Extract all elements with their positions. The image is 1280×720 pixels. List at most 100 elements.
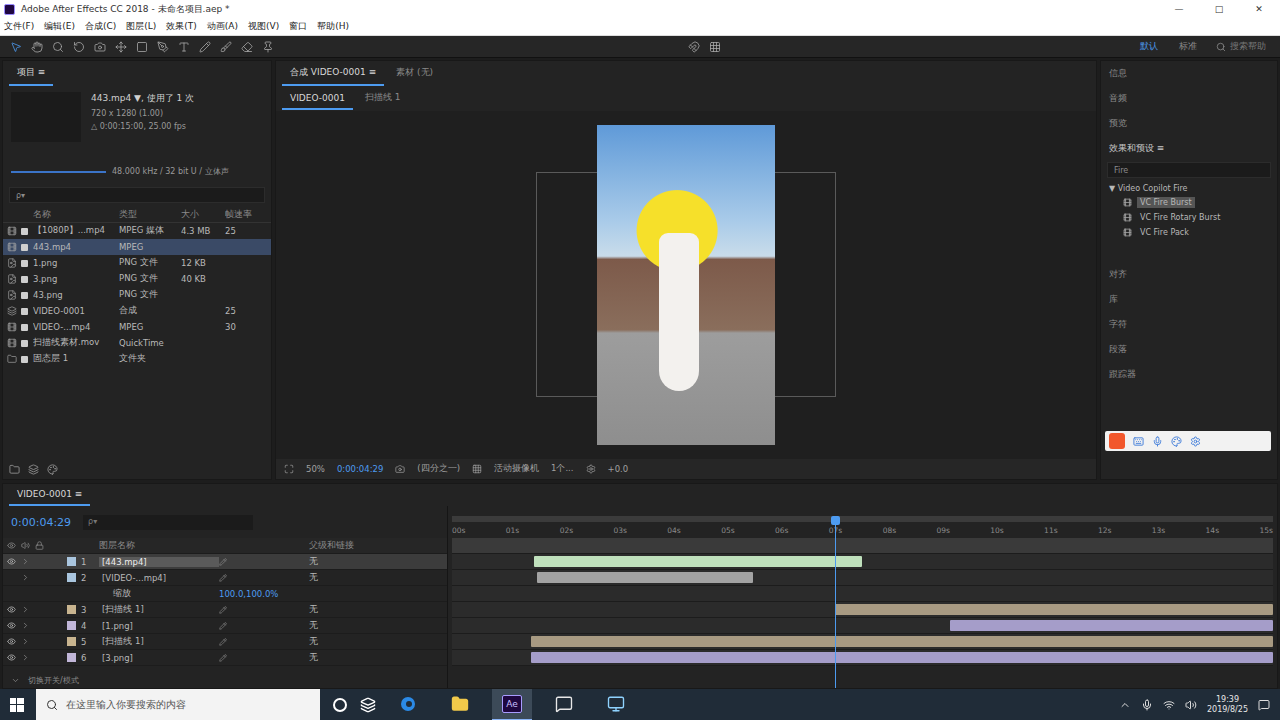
expand-icon[interactable] [21,573,30,582]
workspace-item[interactable]: 默认 [1134,40,1164,53]
camera-select[interactable]: 活动摄像机 [494,463,539,475]
expand-icon[interactable] [21,557,30,566]
toggle-icon[interactable] [11,676,20,685]
layer-label[interactable] [67,621,76,630]
expand-icon[interactable] [21,621,30,630]
anchor-tool-icon[interactable] [115,41,127,53]
menu-item[interactable]: 效果(T) [166,20,197,33]
notifications-icon[interactable] [1258,699,1270,711]
clone-tool-icon[interactable] [220,41,232,53]
menu-item[interactable]: 编辑(E) [44,20,75,33]
panel-section[interactable]: 段落 [1101,337,1277,362]
search-field[interactable]: ρ▾ [9,187,265,203]
edge-app-icon[interactable] [388,689,428,720]
layer-label[interactable] [67,573,76,582]
layer-name[interactable]: [443.mp4] [99,557,219,567]
panel-section[interactable]: 库 [1101,287,1277,312]
taskbar-search[interactable]: 在这里输入你要搜索的内容 [36,689,320,720]
skin-icon[interactable] [1171,436,1182,447]
playhead[interactable] [835,520,836,688]
hand-tool-icon[interactable] [31,41,43,53]
quality-icon[interactable] [219,558,227,566]
volume-icon[interactable] [1185,699,1197,711]
layer-bar[interactable] [537,572,753,583]
tray-expand-icon[interactable] [1119,699,1131,711]
panel-section[interactable]: 对齐 [1101,262,1277,287]
grid-toggle-icon[interactable] [472,464,482,474]
layer-name[interactable]: [1.png] [99,621,219,631]
brush-tool-icon[interactable] [199,41,211,53]
note-app-icon[interactable] [544,689,584,720]
layer-row[interactable]: 3[扫描线 1]无 [3,602,447,618]
panel-section[interactable]: 预览 [1101,111,1277,136]
rotate-tool-icon[interactable] [73,41,85,53]
clock[interactable]: 19:392019/8/25 [1207,695,1248,716]
visibility-toggle-icon[interactable] [7,557,16,566]
menu-item[interactable]: 动画(A) [207,20,238,33]
new-folder-icon[interactable] [9,464,20,475]
visibility-toggle-icon[interactable] [7,621,16,630]
expand-icon[interactable] [21,605,30,614]
project-row[interactable]: VIDEO-...mp4MPEG30 [3,319,271,335]
window-control[interactable]: — [1162,4,1196,14]
visibility-toggle-icon[interactable] [7,637,16,646]
resolution[interactable]: (四分之一) [417,463,460,475]
window-control[interactable]: □ [1202,4,1236,14]
visibility-toggle-icon[interactable] [7,653,16,662]
zoom-tool-icon[interactable] [52,41,64,53]
layer-search[interactable]: ρ▾ [83,515,253,530]
menu-item[interactable]: 帮助(H) [317,20,349,33]
project-row[interactable]: 1.pngPNG 文件12 KB [3,255,271,271]
layer-row[interactable]: 4[1.png]无 [3,618,447,634]
snapshot-icon[interactable] [395,464,405,474]
playhead-handle[interactable] [831,516,840,525]
layer-row[interactable]: 2[VIDEO-...mp4]无 [3,570,447,586]
visibility-toggle[interactable] [7,573,16,582]
windows-start-icon[interactable] [10,698,24,712]
window-control[interactable]: ✕ [1242,4,1276,14]
effect-item[interactable]: VC Fire Rotary Burst [1101,210,1277,225]
panel-section[interactable]: 信息 [1101,61,1277,86]
quality-icon[interactable] [219,574,227,582]
timeline-time[interactable]: 0:00:04:29 [11,516,71,529]
panel-tab[interactable]: VIDEO-0001 [282,88,353,110]
snap-icon[interactable] [688,41,700,53]
menu-item[interactable]: 视图(V) [248,20,279,33]
puppet-tool-icon[interactable] [262,41,274,53]
folder-app-icon[interactable] [440,689,480,720]
mic-tray-icon[interactable] [1141,699,1153,711]
grid-icon[interactable] [709,41,721,53]
layer-row[interactable]: 1[443.mp4]无 [3,554,447,570]
expand-icon[interactable] [21,653,30,662]
project-row[interactable]: 固态层 1文件夹 [3,351,271,367]
layer-bar[interactable] [531,636,1273,647]
panel-section[interactable]: 跟踪器 [1101,362,1277,387]
text-tool-icon[interactable] [178,41,190,53]
help-search[interactable]: 搜索帮助 [1212,40,1270,53]
workspace-item[interactable]: 标准 [1173,40,1203,53]
project-row[interactable]: 443.mp4MPEG [3,239,271,255]
panel-tab[interactable]: 素材 (无) [388,61,441,86]
work-area-bar[interactable] [452,516,1273,522]
effect-item[interactable]: VC Fire Burst [1101,195,1277,210]
project-row[interactable]: 43.pngPNG 文件 [3,287,271,303]
microphone-icon[interactable] [1152,436,1163,447]
new-composition-icon[interactable] [28,464,39,475]
panel-tab[interactable]: VIDEO-0001 ≡ [9,484,90,506]
menu-item[interactable]: 文件(F) [4,20,34,33]
panel-tab[interactable]: 项目 ≡ [9,61,53,86]
eraser-tool-icon[interactable] [241,41,253,53]
ae-app-icon[interactable]: Ae [492,689,532,720]
camera-tool-icon[interactable] [94,41,106,53]
view-layout[interactable]: 1个... [551,463,574,475]
property-value[interactable]: 100.0,100.0% [219,589,309,599]
network-icon[interactable] [1163,699,1175,711]
menu-item[interactable]: 图层(L) [126,20,156,33]
layer-bar[interactable] [950,620,1273,631]
visibility-toggle-icon[interactable] [7,605,16,614]
app-app-icon[interactable] [596,689,636,720]
layer-row[interactable]: 6[3.png]无 [3,650,447,666]
layer-label[interactable] [67,653,76,662]
quality-icon[interactable] [219,654,227,662]
color-depth-icon[interactable] [47,464,58,475]
